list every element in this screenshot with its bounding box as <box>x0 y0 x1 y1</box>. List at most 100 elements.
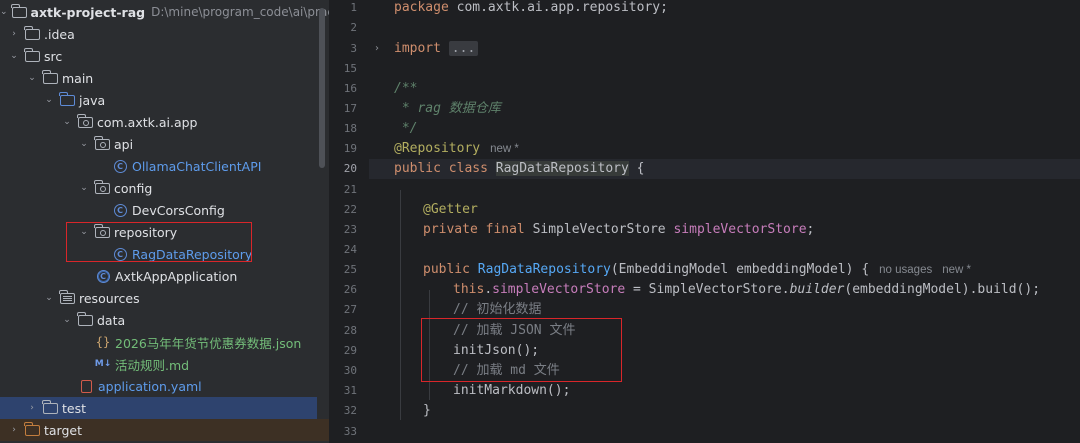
chevron-down-icon[interactable]: ⌄ <box>8 51 20 61</box>
chevron-down-icon[interactable]: ⌄ <box>78 183 90 193</box>
inlay-hint[interactable]: new * <box>490 143 519 155</box>
tree-item-main[interactable]: ⌄ main <box>0 67 329 89</box>
code-line-16: /** <box>394 81 418 96</box>
project-path: D:\mine\program_code\ai\practice\axtk <box>151 5 329 19</box>
code-line-19: @Repository new * <box>394 141 519 156</box>
chevron-right-icon[interactable]: › <box>8 29 20 39</box>
chevron-down-icon[interactable]: ⌄ <box>78 139 90 149</box>
chevron-down-icon[interactable]: ⌄ <box>43 293 55 303</box>
tree-item-ollama-class[interactable]: C OllamaChatClientAPI <box>0 155 329 177</box>
package-icon <box>94 179 110 195</box>
tree-item-label: OllamaChatClientAPI <box>132 158 262 174</box>
inlay-hint-usages[interactable]: no usages <box>879 264 932 276</box>
chevron-down-icon[interactable]: ⌄ <box>61 315 73 325</box>
line-number: 32 <box>343 404 357 417</box>
tree-item-label: DevCorsConfig <box>132 202 225 218</box>
code-line-25: public RagDataRepository(EmbeddingModel … <box>423 262 971 277</box>
code-line-26: this.simpleVectorStore = SimpleVectorSto… <box>453 282 1041 297</box>
chevron-down-icon[interactable]: ⌄ <box>0 7 8 17</box>
package-icon <box>94 135 110 151</box>
tree-item-label: .idea <box>44 26 75 42</box>
line-number: 28 <box>343 324 357 337</box>
tree-item-label: main <box>62 70 94 86</box>
line-number-gutter: 1 2 3 15 16 17 18 19 20 21 22 23 24 25 2… <box>329 0 369 443</box>
code-line-1: package com.axtk.ai.app.repository; <box>394 0 668 15</box>
tree-item-idea[interactable]: › .idea <box>0 23 329 45</box>
line-number: 23 <box>343 223 357 236</box>
tree-scrollbar[interactable] <box>319 8 325 168</box>
tree-item-md-file[interactable]: M↓ 活动规则.md <box>0 353 329 375</box>
folder-icon <box>42 399 58 415</box>
tree-item-label: AxtkAppApplication <box>115 268 238 284</box>
spring-app-icon: C <box>95 269 111 283</box>
tree-item-json-file[interactable]: {} 2026马年年货节优惠券数据.json <box>0 331 329 353</box>
tree-item-target[interactable]: › target <box>0 419 329 441</box>
chevron-down-icon[interactable]: ⌄ <box>26 73 38 83</box>
line-number: 19 <box>343 142 357 155</box>
chevron-right-icon[interactable]: › <box>26 403 38 413</box>
tree-item-label: 2026马年年货节优惠券数据.json <box>115 335 302 351</box>
tree-item-src[interactable]: ⌄ src <box>0 45 329 67</box>
chevron-right-icon[interactable]: › <box>375 39 379 59</box>
line-number-current: 20 <box>343 162 357 175</box>
line-number: 17 <box>343 102 357 115</box>
tree-item-java[interactable]: ⌄ java <box>0 89 329 111</box>
folder-icon <box>77 311 93 327</box>
line-number: 25 <box>343 263 357 276</box>
chevron-down-icon[interactable]: ⌄ <box>61 117 73 127</box>
line-number: 18 <box>343 122 357 135</box>
tree-item-config[interactable]: ⌄ config <box>0 177 329 199</box>
tree-item-package[interactable]: ⌄ com.axtk.ai.app <box>0 111 329 133</box>
source-folder-icon <box>59 91 75 107</box>
tree-item-label: 活动规则.md <box>115 357 190 373</box>
line-number: 30 <box>343 364 357 377</box>
code-line-23: private final SimpleVectorStore simpleVe… <box>423 222 815 237</box>
line-number: 21 <box>343 183 357 196</box>
folded-imports[interactable]: ... <box>448 41 479 56</box>
inlay-hint-author[interactable]: new * <box>942 264 971 276</box>
chevron-right-icon[interactable]: › <box>8 425 20 435</box>
yaml-file-icon <box>78 379 94 393</box>
code-line-20: public class RagDataRepository { <box>394 161 645 176</box>
tree-item-app-class[interactable]: C AxtkAppApplication <box>0 265 329 287</box>
tree-item-label: test <box>62 400 87 416</box>
package-icon <box>77 113 93 129</box>
code-line-3: import ... <box>394 39 479 59</box>
tree-item-label: data <box>97 312 126 328</box>
tree-item-test[interactable]: › test <box>0 397 317 419</box>
tree-item-label: resources <box>79 290 140 306</box>
line-number: 3 <box>350 42 357 55</box>
line-number: 15 <box>343 62 357 75</box>
tree-item-label: application.yaml <box>98 378 202 394</box>
code-line-31: initMarkdown(); <box>453 383 571 398</box>
tree-item-api[interactable]: ⌄ api <box>0 133 329 155</box>
line-number: 33 <box>343 425 357 438</box>
class-icon: C <box>112 203 128 217</box>
line-number: 16 <box>343 82 357 95</box>
tree-item-label: config <box>114 180 153 196</box>
folder-icon <box>11 3 27 19</box>
code-line-32: } <box>423 403 431 418</box>
line-number: 22 <box>343 203 357 216</box>
line-number: 1 <box>350 1 357 14</box>
project-tree: ⌄ axtk-project-rag D:\mine\program_code\… <box>0 0 329 443</box>
class-icon: C <box>112 159 128 173</box>
json-file-icon: {} <box>95 335 111 349</box>
tree-item-label: target <box>44 422 83 438</box>
tree-item-devcors-class[interactable]: C DevCorsConfig <box>0 199 329 221</box>
chevron-down-icon[interactable]: ⌄ <box>43 95 55 105</box>
code-line-22: @Getter <box>423 202 478 217</box>
line-number: 26 <box>343 283 357 296</box>
line-number: 29 <box>343 344 357 357</box>
markdown-file-icon: M↓ <box>94 359 112 369</box>
code-editor[interactable]: › package com.axtk.ai.app.repository; im… <box>369 0 1080 443</box>
line-number: 31 <box>343 384 357 397</box>
tree-item-label: api <box>114 136 134 152</box>
highlight-box-tree <box>66 222 252 262</box>
tree-item-data[interactable]: ⌄ data <box>0 309 329 331</box>
tree-item-project-root[interactable]: ⌄ axtk-project-rag D:\mine\program_code\… <box>0 1 329 23</box>
tree-item-resources[interactable]: ⌄ resources <box>0 287 329 309</box>
excluded-folder-icon <box>24 421 40 437</box>
tree-item-label: com.axtk.ai.app <box>97 114 198 130</box>
tree-item-yaml-file[interactable]: application.yaml <box>0 375 329 397</box>
